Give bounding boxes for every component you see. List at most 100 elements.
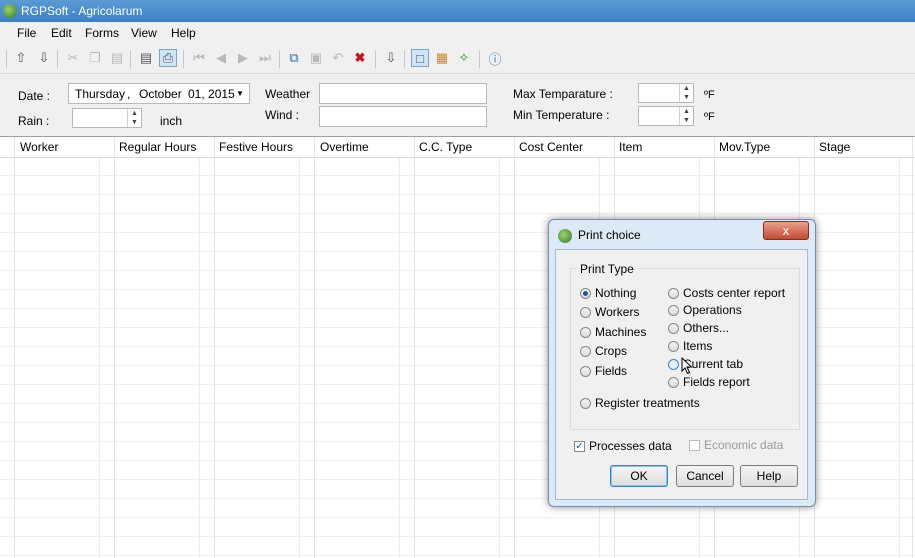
spin-up-icon[interactable]: ▲ [683,85,690,92]
wind-label: Wind : [265,108,300,122]
column-header-mov-type[interactable]: Mov.Type [719,140,770,154]
tools-icon[interactable]: ✧ [455,49,473,67]
toolbar-separator [375,50,376,68]
undo-icon[interactable]: ↶ [329,49,347,67]
spin-down-icon[interactable]: ▼ [131,119,138,126]
arrow-down-icon[interactable]: ⇩ [35,49,53,67]
column-header-stage[interactable]: Stage [819,140,850,154]
radio-icon[interactable] [668,376,679,388]
menu-edit[interactable]: Edit [51,26,72,40]
menu-file[interactable]: File [17,26,36,40]
help-icon[interactable]: ⓘ [486,49,504,67]
checkmark-icon[interactable]: ✓ [574,440,585,452]
menu-forms[interactable]: Forms [85,26,119,40]
rain-input[interactable]: ▲ ▼ [72,108,142,128]
save-icon[interactable]: ▣ [307,49,325,67]
radio-label: Others... [683,321,730,335]
radio-nothing[interactable]: Nothing [580,286,636,300]
column-divider [514,137,515,558]
cut-icon[interactable]: ✂ [64,49,82,67]
radio-workers[interactable]: Workers [580,305,639,319]
close-button[interactable]: x [763,221,809,240]
radio-machines[interactable]: Machines [580,325,646,339]
min-temp-input[interactable]: ▲ ▼ [638,106,694,126]
weather-input[interactable] [319,83,487,104]
radio-others[interactable]: Others... [668,321,729,335]
print-preview-icon[interactable]: ▤ [137,49,155,67]
column-header-cc-type[interactable]: C.C. Type [419,140,472,154]
radio-icon[interactable] [668,304,679,316]
day-header-form: Date : Thursday , October 01, 2015 ▼ Rai… [0,74,915,136]
radio-fields-report[interactable]: Fields report [668,375,750,389]
nav-first-icon[interactable]: ⏮ [190,49,208,67]
radio-crops[interactable]: Crops [580,344,627,358]
toolbar-separator [479,50,480,68]
radio-operations[interactable]: Operations [668,303,742,317]
spin-down-icon[interactable]: ▼ [683,94,690,101]
delete-icon[interactable]: ✖ [351,49,369,67]
menu-view[interactable]: View [131,26,157,40]
date-day-year[interactable]: 01, 2015 [188,87,235,101]
title-bar: RGPSoft - Agricolarum [0,0,915,22]
duplicate-icon[interactable]: ⧉ [285,49,303,67]
column-divider [214,137,215,558]
radio-label: Operations [683,303,742,317]
rain-spinner[interactable]: ▲ ▼ [127,109,141,127]
column-header-item[interactable]: Item [619,140,642,154]
close-icon[interactable]: x [783,223,790,238]
min-temp-spinner[interactable]: ▲ ▼ [679,107,693,125]
chevron-down-icon[interactable]: ▼ [236,89,244,98]
min-temp-label: Min Temperature : [513,108,610,122]
nav-next-icon[interactable]: ▶ [234,49,252,67]
print-icon[interactable]: ⎙ [159,49,177,67]
column-header-overtime[interactable]: Overtime [320,140,369,154]
max-temp-spinner[interactable]: ▲ ▼ [679,84,693,102]
menu-help[interactable]: Help [171,26,196,40]
radio-register-treatments[interactable]: Register treatments [580,396,700,410]
page-icon[interactable]: □ [411,49,429,67]
spin-up-icon[interactable]: ▲ [131,110,138,117]
radio-icon[interactable] [580,326,591,338]
print-type-label: Print Type [576,262,638,276]
download-icon[interactable]: ⇩ [382,49,400,67]
radio-selected-icon[interactable] [580,287,591,299]
radio-label: Fields report [683,375,750,389]
max-temp-input[interactable]: ▲ ▼ [638,83,694,103]
column-header-worker[interactable]: Worker [20,140,58,154]
date-month[interactable]: October [139,87,182,101]
column-header-regular-hours[interactable]: Regular Hours [119,140,196,154]
radio-icon[interactable] [668,322,679,334]
cancel-button[interactable]: Cancel [676,465,734,487]
radio-icon[interactable] [668,287,679,299]
radio-icon[interactable] [668,340,679,352]
radio-icon[interactable] [580,397,591,409]
radio-costs-center-report[interactable]: Costs center report [668,286,785,300]
rain-unit: inch [160,114,183,128]
radio-fields[interactable]: Fields [580,364,627,378]
nav-prev-icon[interactable]: ◀ [212,49,230,67]
radio-items[interactable]: Items [668,339,712,353]
toolbar-separator [183,50,184,68]
date-picker[interactable]: Thursday , October 01, 2015 ▼ [68,83,250,104]
spin-up-icon[interactable]: ▲ [683,108,690,115]
ok-button[interactable]: OK [610,465,668,487]
paste-icon[interactable]: ▤ [108,49,126,67]
radio-icon[interactable] [580,365,591,377]
arrow-up-icon[interactable]: ⇧ [12,49,30,67]
date-day[interactable]: Thursday [75,87,125,101]
radio-icon[interactable] [580,345,591,357]
radio-icon[interactable] [580,306,591,318]
radio-icon[interactable] [668,358,679,370]
column-header-festive-hours[interactable]: Festive Hours [219,140,293,154]
wind-input[interactable] [319,106,487,127]
radio-label: Machines [595,325,647,339]
radio-current-tab[interactable]: Current tab [668,357,743,371]
column-header-cost-center[interactable]: Cost Center [519,140,583,154]
nav-last-icon[interactable]: ⏭ [256,49,274,67]
copy-icon[interactable]: ❐ [86,49,104,67]
help-button[interactable]: Help [740,465,798,487]
processes-data-checkbox[interactable]: ✓ Processes data [574,439,672,453]
calendar-icon[interactable]: ▦ [433,49,451,67]
toolbar: ⇧ ⇩ ✂ ❐ ▤ ▤ ⎙ ⏮ ◀ ▶ ⏭ ⧉ ▣ ↶ ✖ ⇩ □ ▦ ✧ ⓘ [0,44,915,74]
spin-down-icon[interactable]: ▼ [683,117,690,124]
